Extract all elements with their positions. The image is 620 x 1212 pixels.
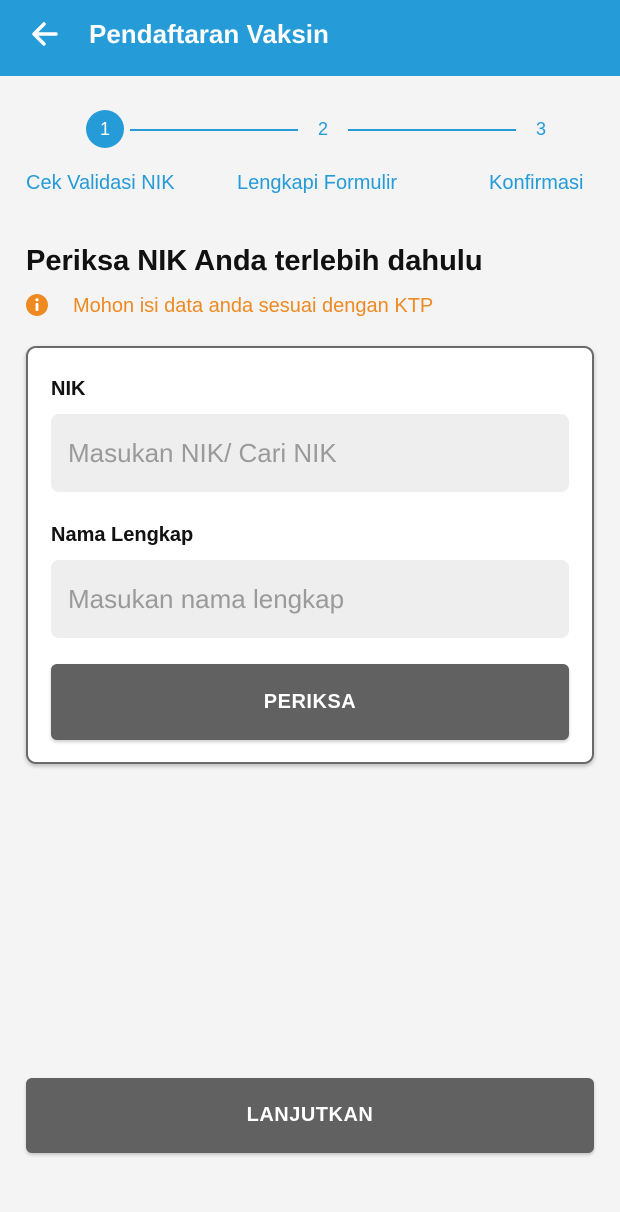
section-heading: Periksa NIK Anda terlebih dahulu: [26, 245, 483, 277]
nik-input[interactable]: [51, 414, 569, 492]
check-button[interactable]: PERIKSA: [51, 664, 569, 740]
page-title: Pendaftaran Vaksin: [89, 19, 329, 49]
nik-check-card: NIK Nama Lengkap PERIKSA: [26, 346, 594, 764]
step-2-label: Lengkapi Formulir: [237, 172, 398, 194]
arrow-left-icon: [32, 22, 58, 46]
step-3-label: Konfirmasi: [489, 172, 584, 194]
full-name-input[interactable]: [51, 560, 569, 638]
next-button[interactable]: LANJUTKAN: [26, 1078, 594, 1153]
nik-label: NIK: [51, 378, 86, 400]
step-2-indicator: 2: [318, 119, 329, 139]
info-text: Mohon isi data anda sesuai dengan KTP: [73, 295, 434, 317]
step-3-indicator: 3: [536, 119, 547, 139]
app-bar: Pendaftaran Vaksin: [0, 0, 620, 76]
stepper: 1 2 3: [0, 110, 620, 150]
info-icon: [26, 294, 48, 316]
step-1-label: Cek Validasi NIK: [26, 172, 175, 194]
step-connector-1: [130, 129, 298, 131]
full-name-label: Nama Lengkap: [51, 524, 194, 546]
step-connector-2: [348, 129, 516, 131]
back-button[interactable]: [26, 14, 66, 54]
step-1-indicator: 1: [86, 110, 124, 148]
